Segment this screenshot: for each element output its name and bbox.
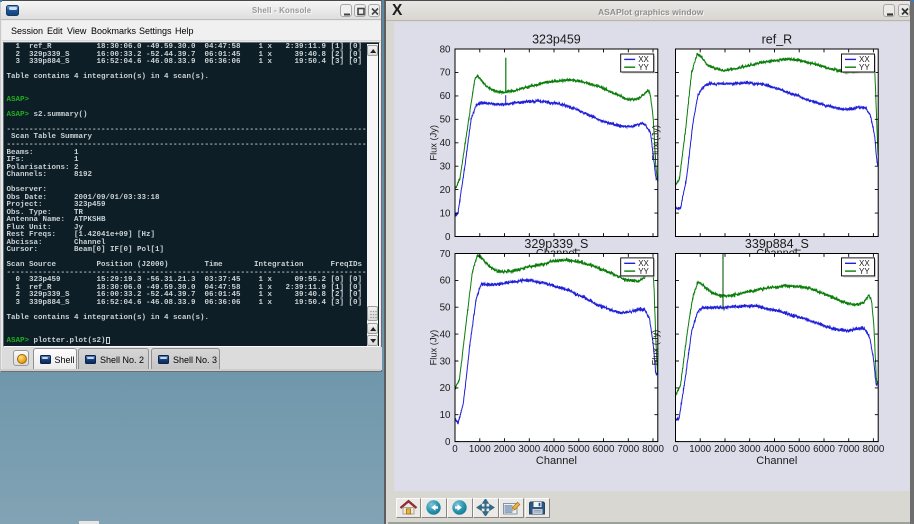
svg-text:20: 20 [440,185,451,196]
svg-text:10: 10 [440,208,451,219]
svg-text:6000: 6000 [813,444,835,455]
svg-text:8000: 8000 [642,444,664,455]
svg-text:5000: 5000 [568,444,590,455]
svg-text:30: 30 [440,162,451,173]
svg-text:Flux (Jy): Flux (Jy) [429,330,439,366]
svg-text:10: 10 [440,410,451,421]
svg-text:70: 70 [440,68,451,79]
svg-text:0: 0 [452,444,458,455]
svg-text:80: 80 [440,44,451,55]
svg-text:339p884_S: 339p884_S [745,237,809,251]
svg-text:Channel: Channel [536,455,577,467]
svg-text:1000: 1000 [469,444,491,455]
svg-text:YY: YY [859,63,870,72]
svg-text:0: 0 [445,437,451,448]
svg-text:60: 60 [440,91,451,102]
svg-text:4000: 4000 [543,444,565,455]
svg-text:323p459: 323p459 [532,33,581,47]
svg-text:6000: 6000 [593,444,615,455]
svg-text:40: 40 [440,138,451,149]
svg-text:60: 60 [440,276,451,287]
svg-text:20: 20 [440,383,451,394]
svg-text:50: 50 [440,115,451,126]
svg-text:3000: 3000 [518,444,540,455]
svg-text:YY: YY [638,267,649,276]
svg-text:2000: 2000 [494,444,516,455]
svg-text:329p339_S: 329p339_S [524,237,588,251]
svg-text:Channel: Channel [756,455,797,467]
svg-text:Flux (Jy): Flux (Jy) [651,125,661,161]
svg-text:5000: 5000 [788,444,810,455]
svg-text:30: 30 [440,356,451,367]
svg-text:0: 0 [445,232,451,243]
svg-text:40: 40 [440,329,451,340]
svg-text:7000: 7000 [617,444,639,455]
svg-text:4000: 4000 [764,444,786,455]
svg-text:Flux (Jy): Flux (Jy) [651,330,661,366]
svg-text:70: 70 [440,249,451,260]
svg-text:7000: 7000 [838,444,860,455]
svg-text:8000: 8000 [863,444,885,455]
svg-text:Flux (Jy): Flux (Jy) [429,125,439,161]
svg-text:YY: YY [638,63,649,72]
svg-text:0: 0 [673,444,679,455]
svg-text:2000: 2000 [714,444,736,455]
svg-text:3000: 3000 [739,444,761,455]
svg-text:1000: 1000 [689,444,711,455]
svg-text:YY: YY [859,267,870,276]
svg-text:ref_R: ref_R [762,33,793,47]
svg-text:50: 50 [440,303,451,314]
